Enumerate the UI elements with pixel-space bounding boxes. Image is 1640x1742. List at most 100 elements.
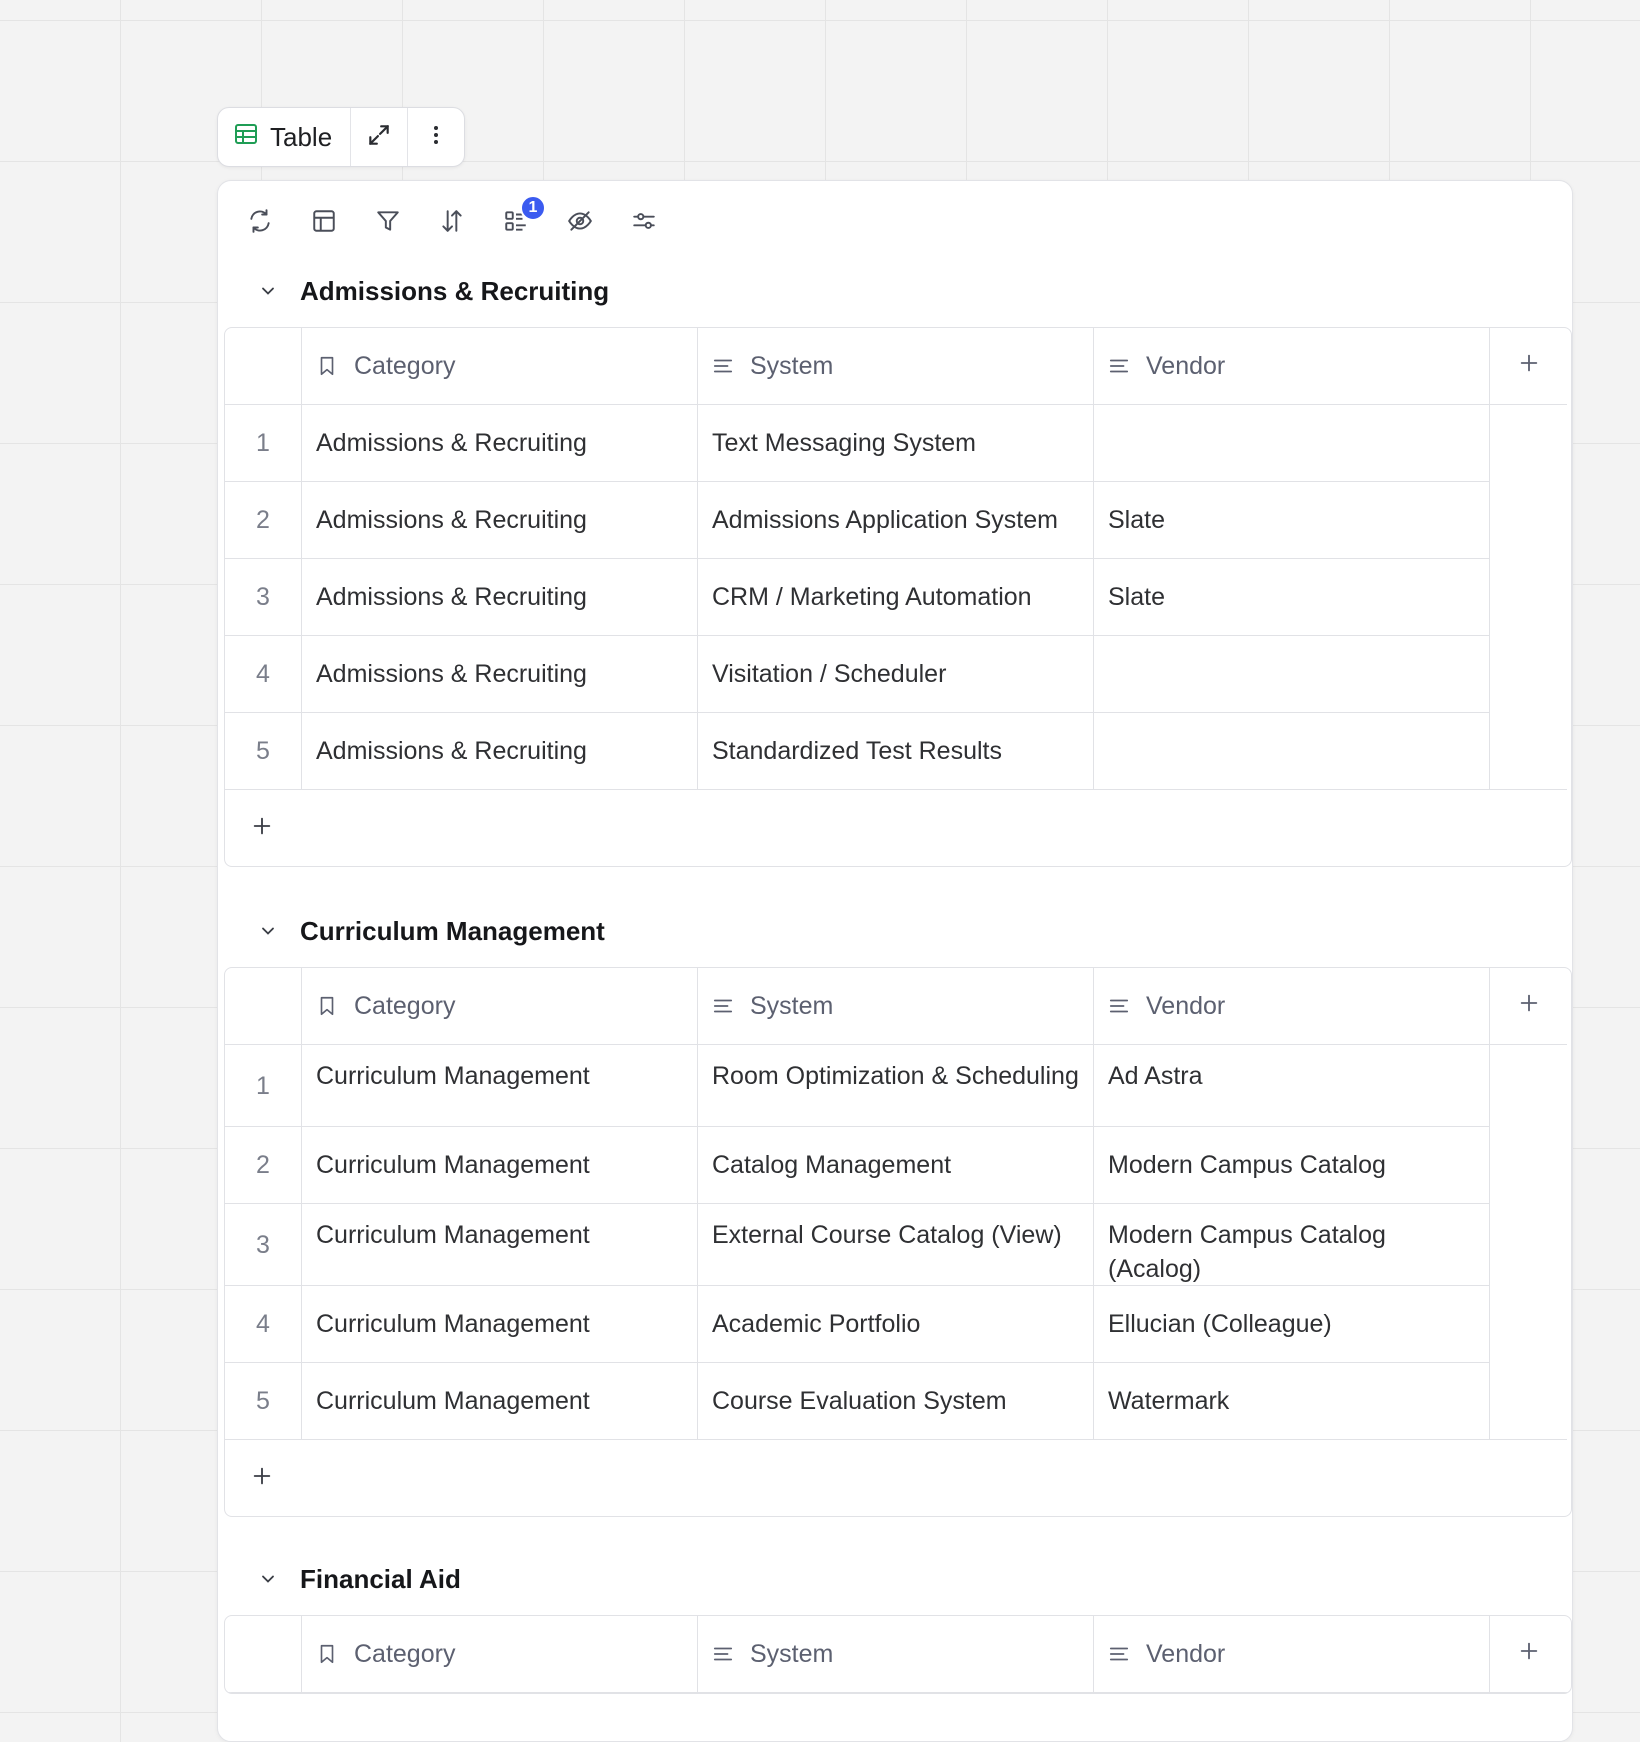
row-number: 1 (225, 1045, 302, 1127)
vendor-cell[interactable]: Slate (1094, 559, 1490, 636)
chevron-down-icon[interactable] (248, 921, 288, 941)
vendor-cell[interactable] (1094, 405, 1490, 482)
add-column-button[interactable] (1490, 1616, 1567, 1693)
system-cell[interactable]: Course Evaluation System (698, 1363, 1094, 1440)
sort-button[interactable] (432, 203, 472, 243)
add-row-button[interactable] (225, 789, 1567, 866)
filler-cell (1490, 1363, 1567, 1440)
eye-off-icon (567, 208, 593, 239)
column-header-vendor[interactable]: Vendor (1094, 328, 1490, 405)
column-header-system[interactable]: System (698, 1616, 1094, 1693)
refresh-button[interactable] (240, 203, 280, 243)
layout-icon (311, 208, 337, 239)
filter-button[interactable] (368, 203, 408, 243)
category-cell[interactable]: Curriculum Management (302, 1045, 698, 1127)
bookmark-icon (316, 1642, 338, 1666)
column-header-category[interactable]: Category (302, 328, 698, 405)
category-cell[interactable]: Admissions & Recruiting (302, 482, 698, 559)
filler-cell (1490, 1204, 1567, 1286)
row-number: 1 (225, 405, 302, 482)
layout-button[interactable] (304, 203, 344, 243)
vendor-cell[interactable] (1094, 636, 1490, 713)
system-cell[interactable]: Admissions Application System (698, 482, 1094, 559)
bookmark-icon (316, 994, 338, 1018)
system-cell[interactable]: External Course Catalog (View) (698, 1204, 1094, 1286)
row-number: 2 (225, 1127, 302, 1204)
row-number-header (225, 328, 302, 405)
vendor-cell[interactable]: Slate (1094, 482, 1490, 559)
group-financial-aid: Financial Aid Category System Vendor (224, 1543, 1572, 1694)
column-header-category[interactable]: Category (302, 968, 698, 1045)
system-cell[interactable]: Standardized Test Results (698, 713, 1094, 790)
vendor-cell[interactable]: Ad Astra (1094, 1045, 1490, 1127)
add-row-button[interactable] (225, 1439, 1567, 1516)
text-lines-icon (712, 995, 734, 1017)
column-header-vendor[interactable]: Vendor (1094, 1616, 1490, 1693)
category-cell[interactable]: Curriculum Management (302, 1204, 698, 1286)
row-number-header (225, 968, 302, 1045)
system-cell[interactable]: Academic Portfolio (698, 1286, 1094, 1363)
vendor-cell[interactable]: Modern Campus Catalog (1094, 1127, 1490, 1204)
filter-icon (375, 208, 401, 239)
vendor-cell[interactable]: Watermark (1094, 1363, 1490, 1440)
filler-cell (1490, 636, 1567, 713)
table-view-pill: Table (217, 107, 466, 167)
kebab-menu-icon (424, 123, 448, 152)
group-curriculum: Curriculum Management Category System Ve… (224, 895, 1572, 1517)
vendor-cell[interactable]: Modern Campus Catalog (Acalog) (1094, 1204, 1490, 1286)
table-view-label: Table (270, 121, 333, 152)
category-cell[interactable]: Admissions & Recruiting (302, 405, 698, 482)
group-header[interactable]: Financial Aid (224, 1543, 1572, 1615)
group-title: Financial Aid (300, 1563, 461, 1594)
column-header-vendor[interactable]: Vendor (1094, 968, 1490, 1045)
category-cell[interactable]: Curriculum Management (302, 1363, 698, 1440)
vendor-cell[interactable]: Ellucian (Colleague) (1094, 1286, 1490, 1363)
row-number-header (225, 1616, 302, 1693)
table-view-button[interactable]: Table (218, 108, 352, 166)
filler-cell (1490, 713, 1567, 790)
category-cell[interactable]: Admissions & Recruiting (302, 713, 698, 790)
data-table: Category System Vendor (224, 1615, 1572, 1694)
chevron-down-icon[interactable] (248, 281, 288, 301)
system-cell[interactable]: Text Messaging System (698, 405, 1094, 482)
plus-icon (251, 1465, 273, 1492)
filler-cell (1490, 482, 1567, 559)
refresh-icon (247, 208, 273, 239)
bookmark-icon (316, 354, 338, 378)
row-number: 4 (225, 1286, 302, 1363)
more-options-button[interactable] (408, 108, 464, 166)
column-header-system[interactable]: System (698, 328, 1094, 405)
group-header[interactable]: Admissions & Recruiting (224, 255, 1572, 327)
sliders-icon (631, 208, 657, 239)
filler-cell (1490, 559, 1567, 636)
column-header-system[interactable]: System (698, 968, 1094, 1045)
system-cell[interactable]: CRM / Marketing Automation (698, 559, 1094, 636)
row-number: 3 (225, 1204, 302, 1286)
row-number: 5 (225, 713, 302, 790)
sort-icon (439, 208, 465, 239)
category-cell[interactable]: Curriculum Management (302, 1286, 698, 1363)
category-cell[interactable]: Admissions & Recruiting (302, 559, 698, 636)
add-column-button[interactable] (1490, 968, 1567, 1045)
hide-fields-button[interactable] (560, 203, 600, 243)
group-by-button[interactable]: 1 (496, 195, 546, 243)
system-cell[interactable]: Visitation / Scheduler (698, 636, 1094, 713)
text-lines-icon (1108, 1643, 1130, 1665)
chevron-down-icon[interactable] (248, 1569, 288, 1589)
add-column-button[interactable] (1490, 328, 1567, 405)
table-card: 1 Admissions & Recruiting Category Syste… (217, 180, 1573, 1742)
system-cell[interactable]: Catalog Management (698, 1127, 1094, 1204)
settings-button[interactable] (624, 203, 664, 243)
vendor-cell[interactable] (1094, 713, 1490, 790)
row-number: 3 (225, 559, 302, 636)
row-number: 4 (225, 636, 302, 713)
group-header[interactable]: Curriculum Management (224, 895, 1572, 967)
filler-cell (1490, 405, 1567, 482)
column-header-category[interactable]: Category (302, 1616, 698, 1693)
table-toolbar: 1 (240, 195, 664, 243)
system-cell[interactable]: Room Optimization & Scheduling (698, 1045, 1094, 1127)
category-cell[interactable]: Admissions & Recruiting (302, 636, 698, 713)
filler-cell (1490, 1127, 1567, 1204)
expand-button[interactable] (351, 108, 409, 166)
category-cell[interactable]: Curriculum Management (302, 1127, 698, 1204)
